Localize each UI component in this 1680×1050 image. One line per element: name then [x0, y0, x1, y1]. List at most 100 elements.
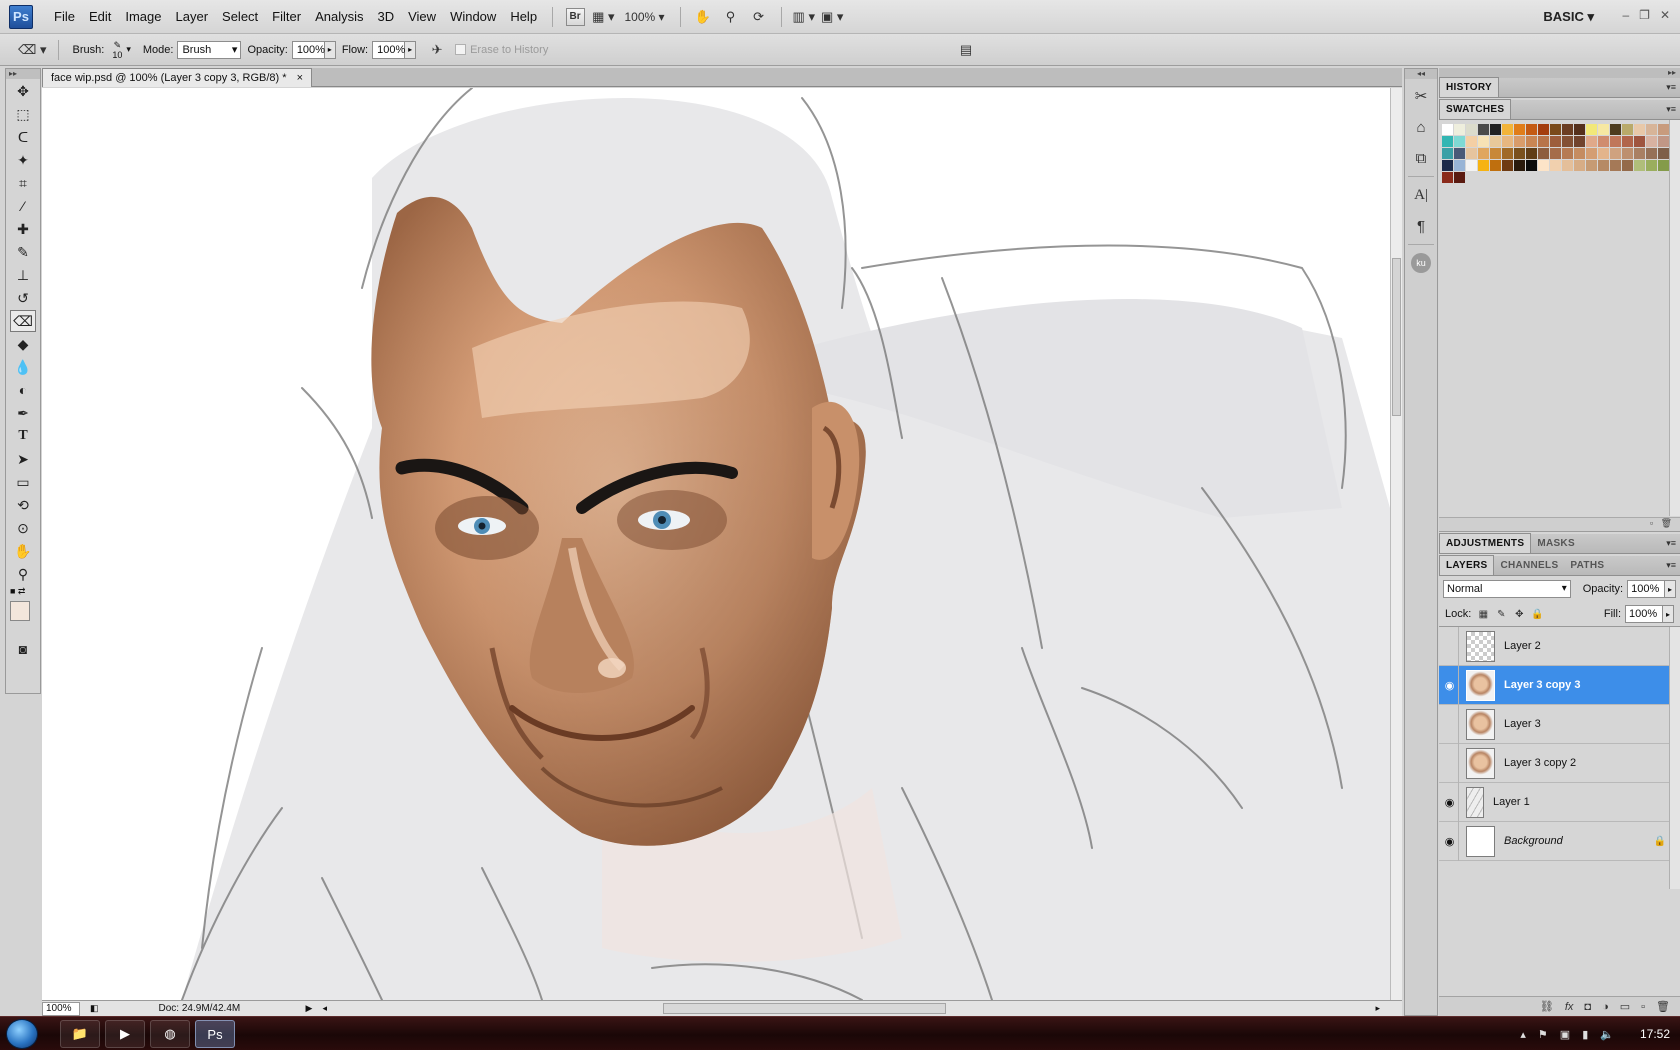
color-swatch[interactable]: [1586, 160, 1597, 171]
eye-icon[interactable]: ◉: [1441, 821, 1459, 861]
action-center-icon[interactable]: ⚑: [1538, 1028, 1548, 1041]
history-brush-icon[interactable]: ↺: [10, 287, 36, 309]
hand-tool-icon[interactable]: ✋: [10, 540, 36, 562]
color-swatch[interactable]: [1634, 148, 1645, 159]
color-swatch[interactable]: [1562, 124, 1573, 135]
horizontal-scroll-thumb[interactable]: [663, 1003, 946, 1014]
color-swatch[interactable]: [1466, 148, 1477, 159]
close-icon[interactable]: ✕: [1660, 8, 1670, 22]
paint-bucket-icon[interactable]: ◆: [10, 333, 36, 355]
color-swatch[interactable]: [1466, 124, 1477, 135]
color-swatch[interactable]: [1478, 124, 1489, 135]
new-swatch-icon[interactable]: ▫: [1650, 518, 1653, 528]
arrange-documents-icon[interactable]: ▥ ▾: [793, 6, 815, 28]
rotate-view-icon[interactable]: ⟳: [748, 6, 770, 28]
tab-history[interactable]: HISTORY: [1439, 77, 1499, 97]
menu-layer[interactable]: Layer: [169, 0, 216, 34]
new-layer-icon[interactable]: ▫: [1641, 1001, 1645, 1013]
layer-row[interactable]: ◉ Layer 1: [1439, 782, 1680, 822]
color-swatch[interactable]: [1646, 124, 1657, 135]
color-swatch[interactable]: [1538, 136, 1549, 147]
color-swatch[interactable]: [1634, 160, 1645, 171]
color-swatch[interactable]: [1562, 160, 1573, 171]
color-swatch[interactable]: [1610, 124, 1621, 135]
color-swatch[interactable]: [1502, 124, 1513, 135]
eyedropper-icon[interactable]: ⁄: [10, 195, 36, 217]
color-swatch[interactable]: [1658, 124, 1669, 135]
scroll-right-icon[interactable]: ▸: [1375, 1003, 1380, 1014]
menu-help[interactable]: Help: [503, 0, 544, 34]
color-swatch[interactable]: [1574, 160, 1585, 171]
color-swatch[interactable]: [1454, 160, 1465, 171]
color-swatch[interactable]: [1622, 160, 1633, 171]
layer-style-icon[interactable]: fx: [1565, 1001, 1574, 1013]
color-swatch[interactable]: [1550, 160, 1561, 171]
color-swatch[interactable]: [1574, 136, 1585, 147]
color-swatch[interactable]: [1550, 148, 1561, 159]
link-layers-icon[interactable]: ⛓: [1540, 1000, 1554, 1013]
eye-icon[interactable]: ◉: [1441, 782, 1459, 822]
network-icon[interactable]: ▮: [1582, 1028, 1588, 1041]
color-swatch[interactable]: [1442, 160, 1453, 171]
flow-slider-icon[interactable]: ▸: [405, 40, 417, 59]
color-swatch[interactable]: [1502, 136, 1513, 147]
tab-masks[interactable]: MASKS: [1531, 534, 1581, 553]
tab-adjustments[interactable]: ADJUSTMENTS: [1439, 533, 1532, 553]
menu-window[interactable]: Window: [443, 0, 503, 34]
color-swatch[interactable]: [1538, 124, 1549, 135]
menu-filter[interactable]: Filter: [265, 0, 308, 34]
brush-tool-icon[interactable]: ✎: [10, 241, 36, 263]
healing-brush-icon[interactable]: ✚: [10, 218, 36, 240]
3d-rotate-icon[interactable]: ⟲: [10, 494, 36, 516]
show-hidden-icon[interactable]: ▴: [1520, 1028, 1526, 1041]
layer-opacity-slider-icon[interactable]: ▸: [1665, 580, 1676, 598]
color-swatch[interactable]: [1646, 160, 1657, 171]
fill-slider-icon[interactable]: ▸: [1663, 605, 1674, 623]
color-swatch[interactable]: [1490, 136, 1501, 147]
lock-position-icon[interactable]: ✥: [1513, 608, 1525, 620]
lasso-tool-icon[interactable]: ᑕ: [10, 126, 36, 148]
visibility-toggle[interactable]: [1441, 626, 1459, 666]
color-swatch[interactable]: [1442, 148, 1453, 159]
zoom-tool-icon[interactable]: ⚲: [720, 6, 742, 28]
tool-preset-icon[interactable]: ⌫ ▾: [18, 39, 47, 61]
volume-icon[interactable]: 🔈: [1600, 1028, 1614, 1041]
lock-transparent-icon[interactable]: ▦: [1477, 608, 1489, 620]
color-swatch[interactable]: [1454, 124, 1465, 135]
pen-tool-icon[interactable]: ✒: [10, 402, 36, 424]
menu-select[interactable]: Select: [215, 0, 265, 34]
menu-3d[interactable]: 3D: [370, 0, 401, 34]
zoom-tool-icon[interactable]: ⚲: [10, 563, 36, 585]
dock-grip[interactable]: ◂◂: [1405, 69, 1437, 79]
kuler-icon[interactable]: ku: [1407, 249, 1435, 277]
status-zoom-field[interactable]: 100%: [42, 1001, 80, 1016]
document-canvas[interactable]: [42, 88, 1390, 1000]
layer-row[interactable]: Layer 3 copy 2: [1439, 743, 1680, 783]
canvas-vertical-scrollbar[interactable]: [1390, 88, 1402, 1000]
tab-channels[interactable]: CHANNELS: [1494, 556, 1564, 575]
color-swatch[interactable]: [1598, 148, 1609, 159]
magic-wand-icon[interactable]: ✦: [10, 149, 36, 171]
tool-presets-icon[interactable]: ✂: [1407, 82, 1435, 110]
color-swatch[interactable]: [1574, 148, 1585, 159]
color-swatch[interactable]: [1514, 160, 1525, 171]
color-swatch[interactable]: [1502, 148, 1513, 159]
color-swatch[interactable]: [1598, 160, 1609, 171]
swatches-scrollbar[interactable]: [1669, 120, 1680, 516]
tab-layers[interactable]: LAYERS: [1439, 555, 1495, 575]
color-swatch[interactable]: [1514, 124, 1525, 135]
brush-dropdown-icon[interactable]: ▾: [126, 44, 131, 55]
blur-tool-icon[interactable]: 💧: [10, 356, 36, 378]
panel-menu-icon[interactable]: ▾≡: [1666, 104, 1676, 115]
photoshop-taskbar-icon[interactable]: Ps: [195, 1020, 235, 1048]
layer-row[interactable]: Layer 2: [1439, 626, 1680, 666]
color-swatch[interactable]: [1598, 124, 1609, 135]
color-swatch[interactable]: [1658, 148, 1669, 159]
color-swatch[interactable]: [1526, 148, 1537, 159]
start-button[interactable]: [6, 1019, 38, 1049]
blend-mode-select[interactable]: Normal: [1443, 580, 1571, 598]
color-swatch[interactable]: [1610, 160, 1621, 171]
firefox-taskbar-icon[interactable]: ◍: [150, 1020, 190, 1048]
shape-tool-icon[interactable]: ▭: [10, 471, 36, 493]
airbrush-icon[interactable]: ✈: [426, 39, 448, 61]
